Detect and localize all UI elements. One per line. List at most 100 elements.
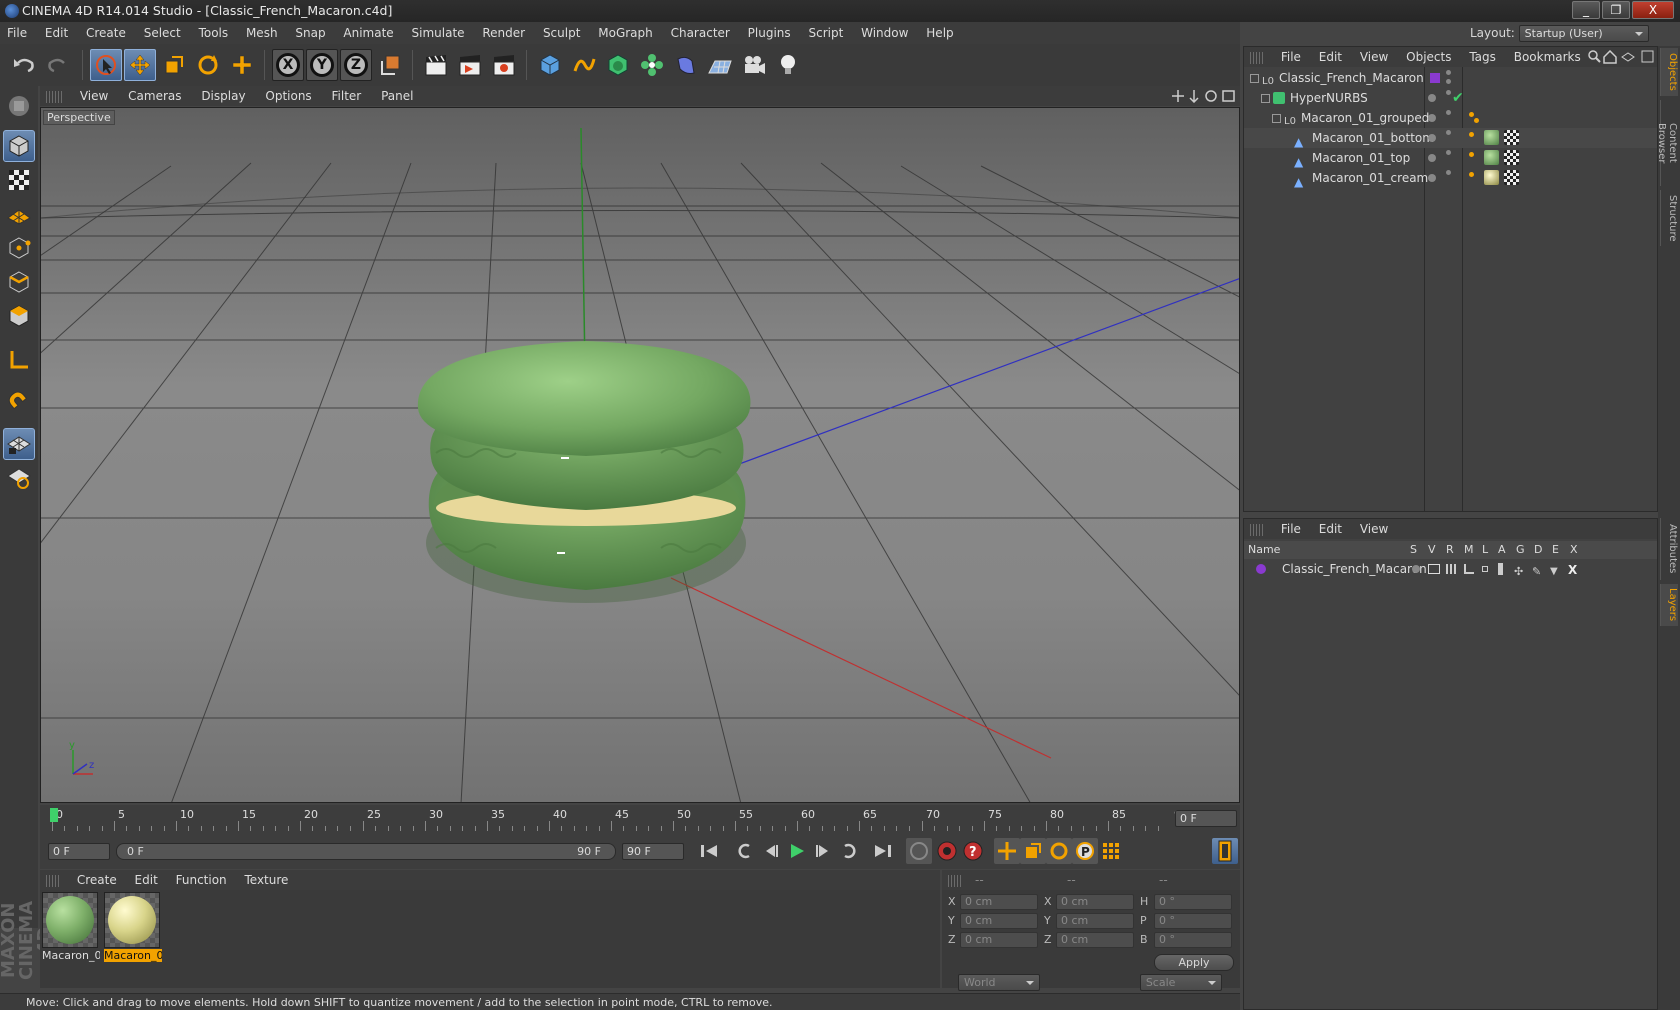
layer-color-swatch[interactable] <box>1430 73 1440 83</box>
minimize-button[interactable]: _ <box>1572 1 1600 19</box>
layer-manager-tree-icon[interactable] <box>1464 564 1474 574</box>
column-xref[interactable]: X <box>1570 541 1578 559</box>
menu-mesh[interactable]: Mesh <box>239 22 285 44</box>
object-row-macaron-bottom[interactable]: ▲ Macaron_01_bottom <box>1244 128 1657 149</box>
layer-generator-icon[interactable]: ✣ <box>1514 563 1523 581</box>
next-frame-button[interactable] <box>810 838 836 864</box>
editor-visibility-dot[interactable] <box>1446 150 1451 155</box>
object-row-macaron-cream[interactable]: ▲ Macaron_01_cream <box>1244 168 1657 189</box>
material-swatch[interactable]: Macaron_0 <box>42 892 100 964</box>
add-light-button[interactable] <box>772 49 804 81</box>
menu-snap[interactable]: Snap <box>288 22 332 44</box>
timeline-ruler[interactable]: 051015202530354045505560657075808590 0 F <box>40 805 1240 835</box>
points-mode-button[interactable] <box>3 232 35 264</box>
column-deformers[interactable]: D <box>1534 541 1542 559</box>
polygons-mode-button[interactable] <box>3 300 35 332</box>
viewport-menu-panel[interactable]: Panel <box>373 86 421 106</box>
visibility-dot[interactable] <box>1428 134 1436 142</box>
scale-tool-button[interactable] <box>158 49 190 81</box>
column-view[interactable]: V <box>1428 541 1436 559</box>
tab-attributes[interactable]: Attributes <box>1660 518 1678 580</box>
render-visibility-dot[interactable] <box>1446 79 1451 84</box>
recent-tool-button[interactable] <box>226 49 258 81</box>
tab-layers[interactable]: Layers <box>1660 584 1678 626</box>
objects-menu-view[interactable]: View <box>1353 47 1395 67</box>
next-key-button[interactable] <box>836 838 862 864</box>
coordinate-space-dropdown[interactable]: World <box>958 974 1040 991</box>
layers-menu-view[interactable]: View <box>1353 519 1395 539</box>
layer-solo-toggle[interactable] <box>1412 565 1420 573</box>
max-frame-field[interactable]: 90 F <box>622 843 684 860</box>
visibility-dot[interactable] <box>1428 114 1436 122</box>
viewport-menu-options[interactable]: Options <box>257 86 319 106</box>
column-solo[interactable]: S <box>1410 541 1417 559</box>
range-slider[interactable]: 0 F 90 F <box>116 843 616 860</box>
macaron-model[interactable] <box>417 341 751 603</box>
play-button[interactable] <box>784 838 810 864</box>
tab-structure[interactable]: Structure <box>1660 190 1678 246</box>
material-tag-green-icon[interactable] <box>1484 130 1499 145</box>
material-tag-green-icon[interactable] <box>1484 150 1499 165</box>
phong-tag-icon[interactable] <box>1469 152 1474 157</box>
objects-menu-tags[interactable]: Tags <box>1462 47 1503 67</box>
menu-render[interactable]: Render <box>475 22 532 44</box>
material-menu-edit[interactable]: Edit <box>128 870 165 890</box>
column-name[interactable]: Name <box>1248 541 1280 559</box>
editor-visibility-dot[interactable] <box>1446 130 1451 135</box>
material-swatch[interactable]: Macaron_0 <box>104 892 162 964</box>
tab-objects[interactable]: Objects <box>1660 48 1678 96</box>
move-tool-button[interactable] <box>124 49 156 81</box>
record-position-button[interactable] <box>994 838 1020 864</box>
record-pla-button[interactable] <box>1098 838 1124 864</box>
perspective-viewport[interactable]: y z Perspective <box>40 107 1240 803</box>
workplane-mode-button[interactable] <box>3 198 35 230</box>
rotation-h-field[interactable]: 0 ° <box>1154 894 1232 910</box>
editor-visibility-dot[interactable] <box>1446 110 1451 115</box>
restore-button[interactable]: ❐ <box>1602 1 1630 19</box>
locked-workplane-button[interactable] <box>3 462 35 494</box>
menu-mograph[interactable]: MoGraph <box>591 22 660 44</box>
close-button[interactable]: X <box>1632 1 1674 19</box>
layer-expression-icon[interactable]: ▼ <box>1550 563 1558 581</box>
tab-content-browser[interactable]: Content Browser <box>1656 100 1678 186</box>
menu-animate[interactable]: Animate <box>336 22 400 44</box>
rotation-p-field[interactable]: 0 ° <box>1154 913 1232 929</box>
menu-edit[interactable]: Edit <box>38 22 75 44</box>
uvw-tag-icon[interactable] <box>1504 130 1519 145</box>
viewport-navigation-icons[interactable] <box>1172 89 1238 103</box>
add-environment-button[interactable] <box>704 49 736 81</box>
size-x-field[interactable]: 0 cm <box>1056 894 1134 910</box>
record-parameter-button[interactable]: P <box>1072 838 1098 864</box>
z-axis-lock-button[interactable]: Z <box>340 49 372 81</box>
layer-row[interactable]: Classic_French_Macaron ✣ ✎ ▼ X <box>1244 560 1657 578</box>
record-rotation-button[interactable] <box>1046 838 1072 864</box>
go-to-start-button[interactable] <box>696 838 722 864</box>
menu-simulate[interactable]: Simulate <box>405 22 472 44</box>
viewport-menu-cameras[interactable]: Cameras <box>120 86 189 106</box>
collapse-toggle-icon[interactable] <box>1261 94 1270 103</box>
current-frame-field[interactable]: 0 F <box>1175 810 1237 827</box>
render-view-button[interactable] <box>420 49 452 81</box>
menu-help[interactable]: Help <box>919 22 960 44</box>
layout-dropdown[interactable]: Startup (User) <box>1518 25 1649 42</box>
x-axis-lock-button[interactable]: X <box>272 49 304 81</box>
phong-tag-icon[interactable] <box>1474 118 1479 123</box>
object-row-macaron-top[interactable]: ▲ Macaron_01_top <box>1244 148 1657 169</box>
timeline-window-button[interactable] <box>1212 838 1238 864</box>
viewport-menu-view[interactable]: View <box>72 86 116 106</box>
snapping-button[interactable] <box>3 386 35 418</box>
collapse-toggle-icon[interactable] <box>1272 114 1281 123</box>
menu-create[interactable]: Create <box>79 22 133 44</box>
axis-mode-button[interactable] <box>3 344 35 376</box>
add-mograph-button[interactable] <box>636 49 668 81</box>
layer-render-clapper-icon[interactable] <box>1446 564 1458 574</box>
go-to-end-button[interactable] <box>870 838 896 864</box>
visibility-dot[interactable] <box>1428 94 1436 102</box>
perspective-label[interactable]: Perspective <box>43 110 115 125</box>
position-y-field[interactable]: 0 cm <box>960 913 1038 929</box>
material-menu-create[interactable]: Create <box>70 870 124 890</box>
previous-frame-button[interactable] <box>758 838 784 864</box>
collapse-toggle-icon[interactable] <box>1250 74 1259 83</box>
add-spline-button[interactable] <box>568 49 600 81</box>
menu-select[interactable]: Select <box>137 22 188 44</box>
